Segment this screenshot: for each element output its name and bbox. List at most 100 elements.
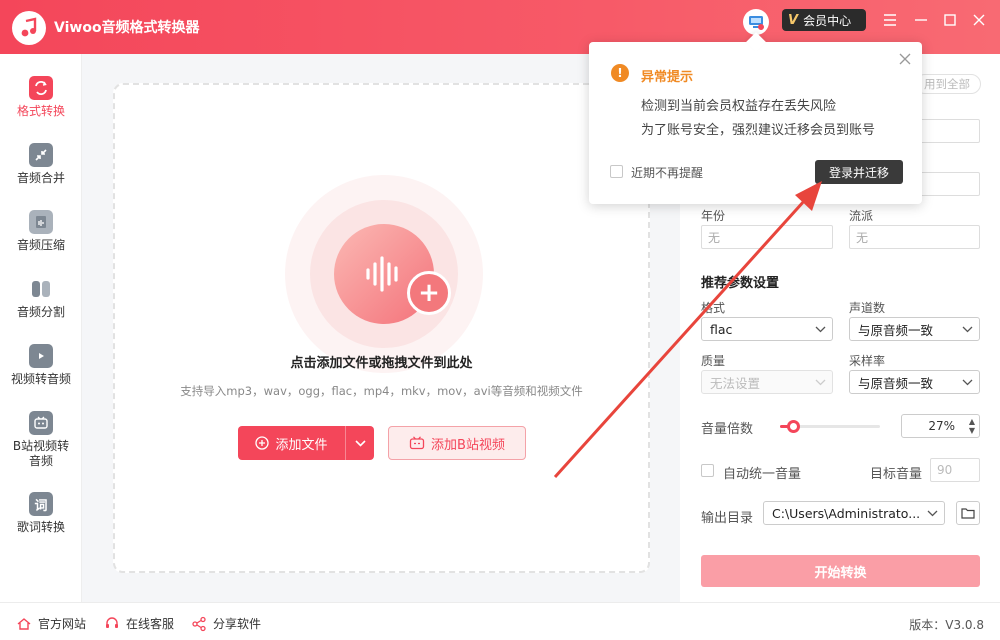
sidebar-item-merge[interactable]: 音频合并 [0, 143, 82, 203]
start-convert-button[interactable]: 开始转换 [701, 555, 980, 587]
lyrics-icon: 词 [29, 492, 53, 516]
auto-volume-label: 自动统一音量 [723, 467, 802, 482]
close-icon[interactable] [969, 10, 989, 30]
version-text: 版本：V3.0.8 [909, 618, 984, 632]
samplerate-label: 采样率 [849, 354, 886, 368]
chevron-down-icon [962, 379, 973, 386]
chevron-down-icon [815, 379, 826, 386]
samplerate-value: 与原音频一致 [858, 375, 934, 391]
format-value: flac [710, 321, 733, 337]
file-drop-zone[interactable]: + 点击添加文件或拖拽文件到此处 支持导入mp3，wav，ogg，flac，mp… [113, 83, 650, 573]
channels-label: 声道数 [849, 301, 886, 315]
merge-icon [29, 143, 53, 167]
volume-slider-handle[interactable] [787, 420, 800, 433]
warning-icon: ! [611, 64, 629, 82]
maximize-icon[interactable] [940, 10, 960, 30]
bilibili-tv-icon [409, 436, 425, 450]
sidebar-item-label: 音频分割 [16, 305, 65, 319]
online-support-label: 在线客服 [126, 617, 175, 631]
sidebar-item-label: 音频压缩 [16, 238, 65, 252]
volume-stepper[interactable]: 27% ▲ ▼ [901, 414, 980, 438]
share-icon [192, 616, 206, 631]
dont-remind-label: 近期不再提醒 [631, 166, 704, 180]
bilibili-icon [29, 411, 53, 435]
online-support-link[interactable]: 在线客服 [104, 615, 174, 632]
apply-all-button[interactable]: 用到全部 [915, 74, 981, 94]
output-dir-value: C:\Users\Administrato... [772, 505, 921, 521]
output-dir-label: 输出目录 [701, 511, 754, 526]
monitor-icon[interactable] [743, 9, 769, 35]
year-label: 年份 [701, 209, 726, 223]
sidebar-item-label-line2: 音频 [28, 454, 53, 468]
sidebar-item-label: 格式转换 [16, 104, 65, 118]
video-to-audio-icon [29, 344, 53, 368]
drop-subtitle: 支持导入mp3，wav，ogg，flac，mp4，mkv，mov，avi等音频和… [180, 384, 583, 398]
chevron-down-icon[interactable] [346, 439, 374, 447]
sidebar-item-bilibili[interactable]: B站视频转 音频 [0, 411, 82, 471]
sidebar-item-label: 歌词转换 [16, 520, 65, 534]
volume-label: 音量倍数 [701, 422, 754, 437]
format-convert-icon [29, 76, 53, 100]
headset-icon [106, 616, 118, 628]
drop-title: 点击添加文件或拖拽文件到此处 [290, 356, 473, 371]
login-migrate-button[interactable]: 登录并迁移 [815, 160, 903, 184]
share-software-label: 分享软件 [213, 617, 262, 631]
chevron-down-icon [815, 326, 826, 333]
params-section-title: 推荐参数设置 [701, 276, 780, 291]
genre-field[interactable]: 无 [849, 225, 980, 249]
minimize-icon[interactable] [911, 10, 931, 30]
official-website-link[interactable]: 官方网站 [16, 615, 86, 632]
dont-remind-checkbox[interactable] [610, 165, 623, 178]
samplerate-select[interactable]: 与原音频一致 [849, 370, 980, 394]
chevron-down-icon [927, 510, 938, 517]
popup-close-icon[interactable] [898, 52, 912, 66]
stepper-arrows-icon[interactable]: ▲ ▼ [969, 417, 975, 435]
folder-icon[interactable] [956, 501, 980, 525]
sidebar-item-lyrics[interactable]: 词 歌词转换 [0, 492, 82, 552]
auto-volume-checkbox[interactable] [701, 464, 714, 477]
sidebar-item-split[interactable]: 音频分割 [0, 277, 82, 337]
sidebar-item-label: 音频合并 [16, 171, 65, 185]
app-title: Viwoo音频格式转换器 [54, 20, 200, 36]
share-software-link[interactable]: 分享软件 [191, 615, 261, 632]
quality-label: 质量 [701, 354, 726, 368]
target-volume-field[interactable]: 90 [930, 458, 980, 482]
channels-value: 与原音频一致 [858, 322, 934, 338]
output-dir-select[interactable]: C:\Users\Administrato... [763, 501, 945, 525]
add-circle-icon [255, 436, 270, 450]
vip-center-button[interactable]: V 会员中心 [782, 9, 866, 31]
genre-label: 流派 [849, 209, 874, 223]
sidebar-item-format-convert[interactable]: 格式转换 [0, 76, 82, 136]
sidebar-item-compress[interactable]: 音频压缩 [0, 210, 82, 270]
sidebar: 格式转换 音频合并 音频压缩 音频分割 视频转音频 B站视频转 音频 词 歌词转… [0, 54, 82, 602]
bottom-bar: 官方网站 在线客服 分享软件 版本：V3.0.8 [0, 602, 1000, 640]
plus-icon: + [407, 271, 451, 315]
popup-message-line2: 为了账号安全，强烈建议迁移会员到账号 [641, 123, 876, 138]
drop-illustration: + [285, 175, 483, 373]
add-bilibili-button[interactable]: 添加B站视频 [388, 426, 526, 460]
sidebar-item-label-line1: B站视频转 [12, 439, 70, 453]
channels-select[interactable]: 与原音频一致 [849, 317, 980, 341]
add-bilibili-label: 添加B站视频 [431, 437, 505, 453]
sidebar-item-video-to-audio[interactable]: 视频转音频 [0, 344, 82, 404]
app-logo-icon [12, 11, 46, 45]
quality-select: 无法设置 [701, 370, 833, 394]
vip-badge: V [788, 12, 799, 28]
popup-title: 异常提示 [641, 70, 694, 85]
volume-value: 27% [928, 419, 955, 433]
vip-center-label: 会员中心 [803, 13, 852, 28]
format-label: 格式 [701, 301, 726, 315]
official-website-label: 官方网站 [38, 617, 87, 631]
year-field[interactable]: 无 [701, 225, 833, 249]
popup-message-line1: 检测到当前会员权益存在丢失风险 [641, 99, 837, 114]
compress-icon [29, 210, 53, 234]
volume-slider[interactable] [780, 420, 880, 433]
add-file-button[interactable]: 添加文件 [238, 426, 374, 460]
chevron-down-icon [962, 326, 973, 333]
quality-value: 无法设置 [710, 375, 761, 391]
sidebar-item-label: 视频转音频 [10, 372, 71, 386]
add-file-label: 添加文件 [275, 437, 328, 453]
menu-icon[interactable] [880, 10, 900, 30]
home-icon [17, 617, 31, 630]
format-select[interactable]: flac [701, 317, 833, 341]
